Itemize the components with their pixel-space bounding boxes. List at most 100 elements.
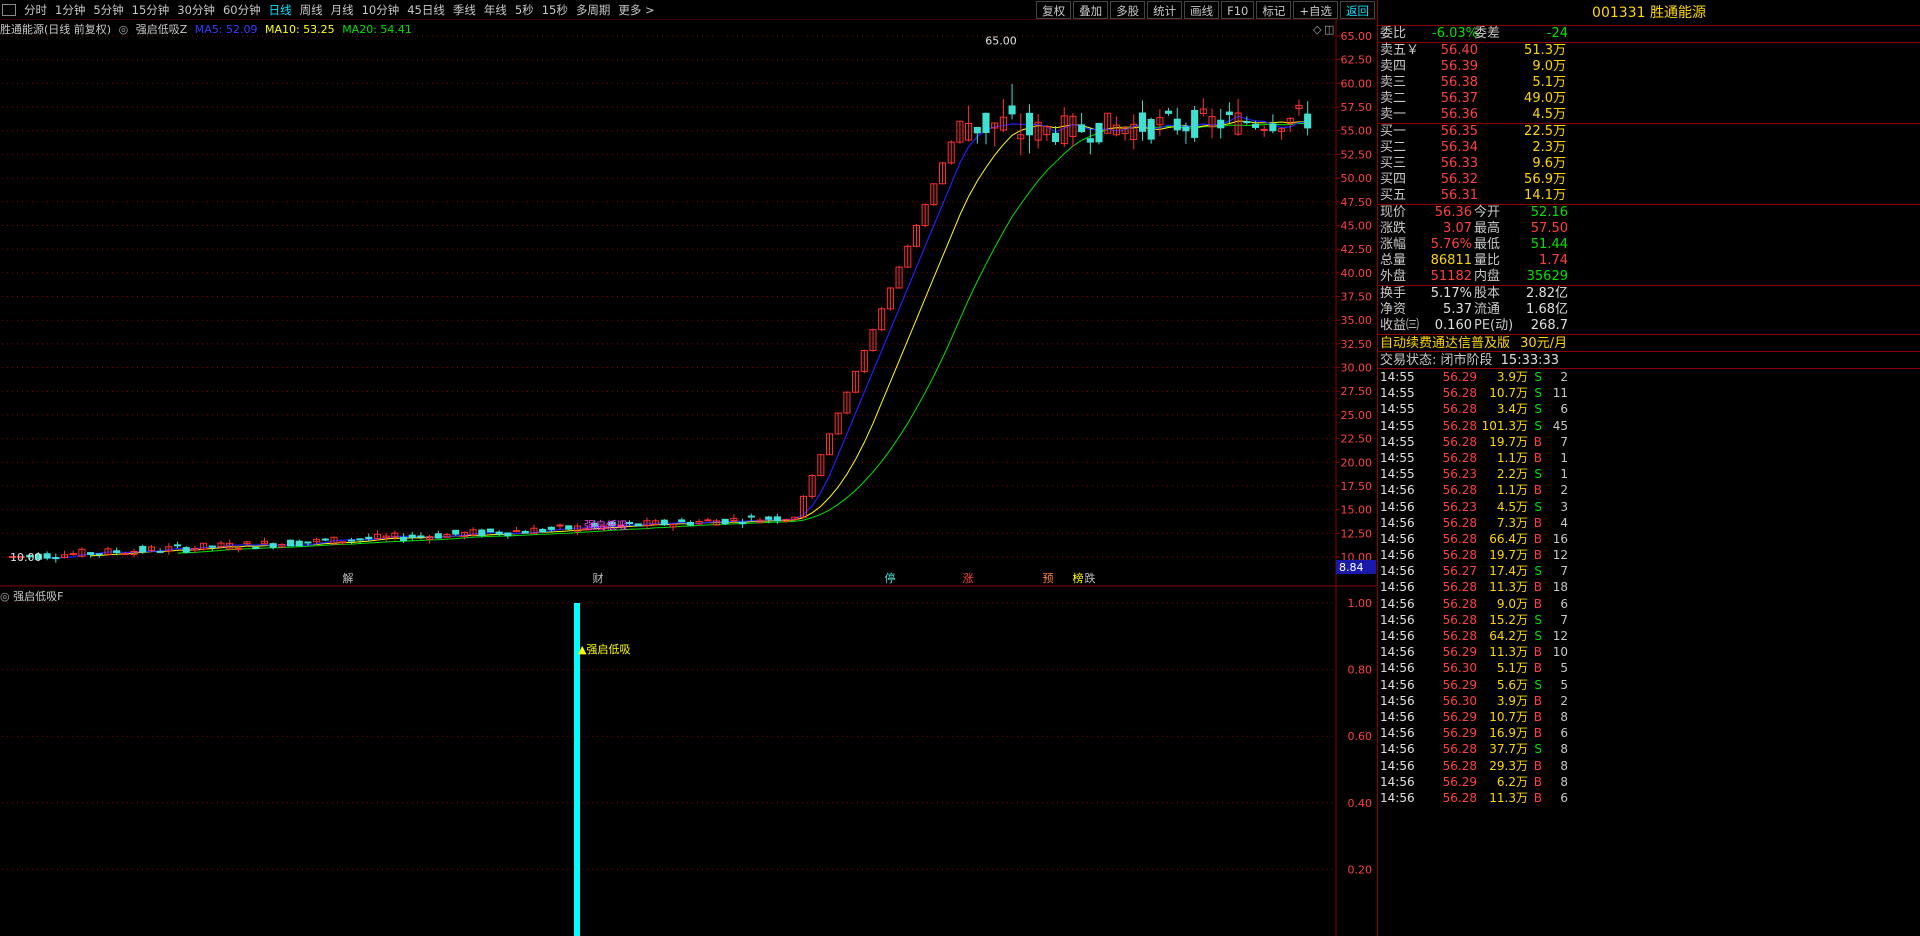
period-tab-13[interactable]: 5秒 xyxy=(511,0,538,20)
toolbar-button-8[interactable]: 返回 xyxy=(1340,1,1375,19)
tick-row: 14:55 56.28 3.4万 S 6 xyxy=(1378,401,1920,417)
toolbar-button-6[interactable]: 标记 xyxy=(1256,1,1292,19)
tick-count: 6 xyxy=(1560,402,1568,417)
tick-volume: 19.7万 xyxy=(1489,434,1528,449)
candle-body xyxy=(1173,118,1181,131)
toolbar-button-5[interactable]: F10 xyxy=(1221,1,1255,19)
tick-count: 11 xyxy=(1552,386,1568,401)
bid-row[interactable]: 买五 56.31 14.1万 xyxy=(1378,188,1920,204)
toolbar-button-7[interactable]: +自选 xyxy=(1293,1,1338,19)
toolbar-button-2[interactable]: 多股 xyxy=(1110,1,1146,19)
period-tab-0[interactable]: 分时 xyxy=(20,0,51,20)
y-tick-label: 22.50 xyxy=(1341,433,1373,446)
y-tick-label: 40.00 xyxy=(1341,267,1373,280)
tick-volume: 11.3万 xyxy=(1489,790,1528,805)
tick-direction: S xyxy=(1534,499,1542,514)
toolbar-button-4[interactable]: 画线 xyxy=(1184,1,1220,19)
ask-row[interactable]: 卖二 56.37 49.0万 xyxy=(1378,91,1920,107)
candle-body xyxy=(1260,128,1268,131)
tick-count: 8 xyxy=(1560,758,1568,773)
indicator-subchart[interactable]: 1.00 0.80 0.60 0.40 0.20 ▲强启低吸 xyxy=(0,587,1376,936)
candle-body xyxy=(156,550,164,553)
tick-direction: B xyxy=(1533,531,1542,546)
tick-count: 6 xyxy=(1560,790,1568,805)
candle-body xyxy=(1025,112,1034,136)
toolbar-button-3[interactable]: 统计 xyxy=(1147,1,1183,19)
tick-time: 14:56 xyxy=(1380,580,1415,595)
promo-banner[interactable]: 自动续费通达信普及版 30元/月 xyxy=(1378,334,1920,352)
tick-volume: 1.1万 xyxy=(1496,483,1528,498)
period-tab-9[interactable]: 10分钟 xyxy=(358,0,404,20)
tick-time: 14:56 xyxy=(1380,564,1415,579)
tick-list[interactable]: 14:55 56.29 3.9万 S 2 14:55 56.28 10.7万 S 11 14:55 5… xyxy=(1378,369,1920,806)
tick-time: 14:56 xyxy=(1380,774,1415,789)
candle-body xyxy=(286,539,295,547)
sub-y-tick-label: 1.00 xyxy=(1348,597,1373,610)
tick-row: 14:56 56.28 9.0万 B 6 xyxy=(1378,596,1920,612)
candle-body xyxy=(1095,122,1103,143)
tick-direction: B xyxy=(1533,596,1542,611)
y-tick-label: 42.50 xyxy=(1341,243,1373,256)
candlestick-chart[interactable]: 65.00 62.50 60.00 57.50 55.00 52.50 50.00 47.50… xyxy=(0,20,1376,587)
tick-row: 14:56 56.28 15.2万 S 7 xyxy=(1378,612,1920,628)
candle-body xyxy=(208,545,216,548)
ask-row[interactable]: 卖四 56.39 9.0万 xyxy=(1378,59,1920,75)
bid-row[interactable]: 买三 56.33 9.6万 xyxy=(1378,156,1920,172)
tick-volume: 101.3万 xyxy=(1481,418,1528,433)
period-tab-4[interactable]: 30分钟 xyxy=(173,0,219,20)
candle-body xyxy=(678,519,686,523)
tick-count: 7 xyxy=(1560,564,1568,579)
period-tab-15[interactable]: 多周期 xyxy=(572,0,615,20)
tick-time: 14:56 xyxy=(1380,629,1415,643)
diamond-icon: ◇ xyxy=(1313,23,1322,36)
weibi-value: -6.03% xyxy=(1432,26,1478,41)
ask-row[interactable]: 卖一 56.36 4.5万 xyxy=(1378,107,1920,123)
bid-row[interactable]: 买一 56.35 22.5万 xyxy=(1378,124,1920,140)
weicha-value: -24 xyxy=(1546,26,1568,41)
tick-count: 5 xyxy=(1560,661,1568,676)
ask-volume: 5.1万 xyxy=(1532,75,1566,90)
min-price-label: 10.00 xyxy=(10,551,42,564)
period-tab-2[interactable]: 5分钟 xyxy=(89,0,127,20)
panel-toggle-icon[interactable] xyxy=(2,3,16,16)
candle-body xyxy=(304,541,312,544)
candle-body xyxy=(173,544,182,547)
candle-body xyxy=(547,526,555,530)
bid-row[interactable]: 买四 56.32 56.9万 xyxy=(1378,172,1920,188)
y-tick-label: 27.50 xyxy=(1341,385,1373,398)
period-tab-6[interactable]: 日线 xyxy=(265,0,296,20)
period-tab-7[interactable]: 周线 xyxy=(296,0,327,20)
ask-row[interactable]: 卖三 56.38 5.1万 xyxy=(1378,75,1920,91)
candle-body xyxy=(139,545,147,553)
tick-direction: S xyxy=(1534,418,1542,433)
ask-label: 卖四 xyxy=(1380,59,1407,74)
tick-count: 2 xyxy=(1560,693,1568,708)
period-tab-5[interactable]: 60分钟 xyxy=(219,0,265,20)
period-tab-16[interactable]: 更多 > xyxy=(614,0,658,20)
tick-row: 14:56 56.28 19.7万 B 12 xyxy=(1378,547,1920,563)
tick-direction: B xyxy=(1533,645,1542,660)
period-tab-11[interactable]: 季线 xyxy=(449,0,480,20)
period-tab-10[interactable]: 45日线 xyxy=(403,0,449,20)
tick-direction: B xyxy=(1533,693,1542,708)
toolbar-button-0[interactable]: 复权 xyxy=(1036,1,1072,19)
period-tab-12[interactable]: 年线 xyxy=(480,0,511,20)
period-tab-14[interactable]: 15秒 xyxy=(538,0,572,20)
ask-row[interactable]: 卖五￥ 56.40 51.3万 xyxy=(1378,43,1920,59)
period-tab-8[interactable]: 月线 xyxy=(327,0,358,20)
ma20-line xyxy=(177,122,1308,554)
stock-code-name[interactable]: 001331 胜通能源 xyxy=(1378,0,1920,26)
candle-body xyxy=(1217,119,1225,129)
weibi-label: 委比 xyxy=(1380,26,1407,41)
period-tab-3[interactable]: 15分钟 xyxy=(128,0,174,20)
y-tick-label: 25.00 xyxy=(1341,409,1373,422)
bid-row[interactable]: 买二 56.34 2.3万 xyxy=(1378,140,1920,156)
toolbar-button-1[interactable]: 叠加 xyxy=(1073,1,1109,19)
tick-time: 14:56 xyxy=(1380,499,1415,514)
candle-body xyxy=(269,543,277,548)
period-tab-1[interactable]: 1分钟 xyxy=(51,0,89,20)
tick-volume: 3.4万 xyxy=(1496,402,1528,417)
y-tick-label: 62.50 xyxy=(1341,54,1373,67)
tick-volume: 11.3万 xyxy=(1489,580,1528,595)
stat-value: 5.37 xyxy=(1443,302,1472,317)
